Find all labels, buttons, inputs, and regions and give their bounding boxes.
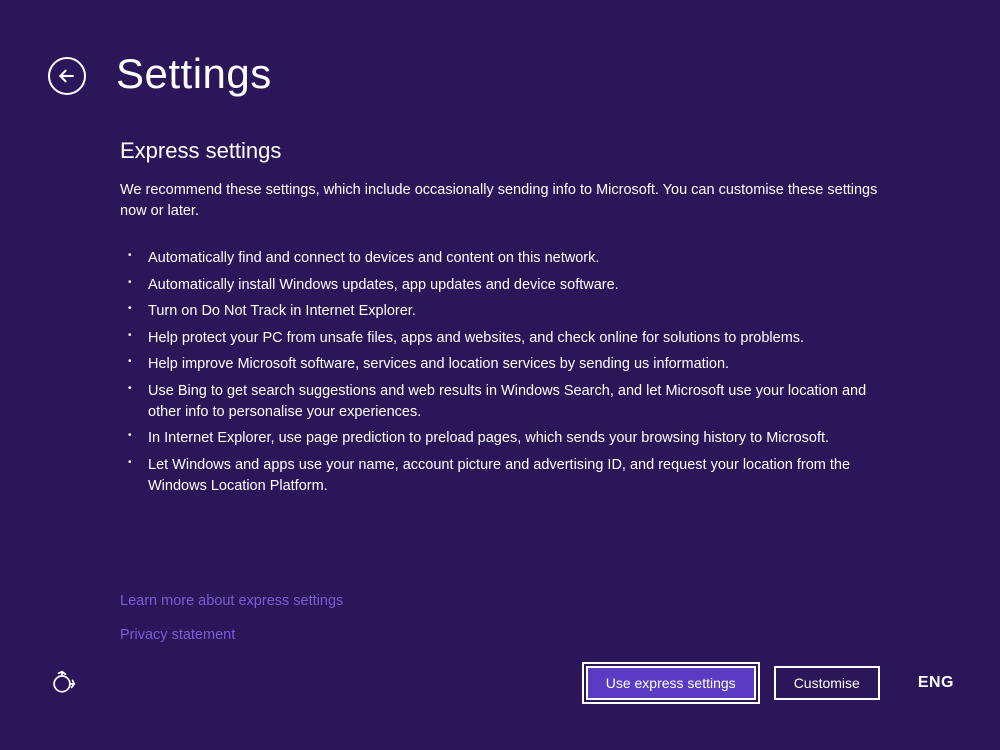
settings-bullet-list: Automatically find and connect to device… — [120, 248, 880, 497]
page-title: Settings — [116, 50, 272, 98]
privacy-statement-link[interactable]: Privacy statement — [120, 627, 880, 643]
intro-text: We recommend these settings, which inclu… — [120, 180, 880, 222]
language-indicator[interactable]: ENG — [918, 674, 954, 692]
learn-more-link[interactable]: Learn more about express settings — [120, 593, 880, 609]
ease-of-access-icon[interactable] — [48, 669, 76, 697]
list-item: Automatically install Windows updates, a… — [126, 275, 880, 296]
section-subtitle: Express settings — [120, 138, 880, 164]
customise-button[interactable]: Customise — [774, 666, 880, 700]
arrow-left-icon — [57, 66, 77, 86]
back-button[interactable] — [48, 57, 86, 95]
list-item: In Internet Explorer, use page predictio… — [126, 428, 880, 449]
list-item: Use Bing to get search suggestions and w… — [126, 381, 880, 423]
list-item: Turn on Do Not Track in Internet Explore… — [126, 301, 880, 322]
list-item: Automatically find and connect to device… — [126, 248, 880, 269]
use-express-settings-button[interactable]: Use express settings — [586, 666, 756, 700]
list-item: Help protect your PC from unsafe files, … — [126, 328, 880, 349]
list-item: Let Windows and apps use your name, acco… — [126, 455, 880, 497]
list-item: Help improve Microsoft software, service… — [126, 354, 880, 375]
